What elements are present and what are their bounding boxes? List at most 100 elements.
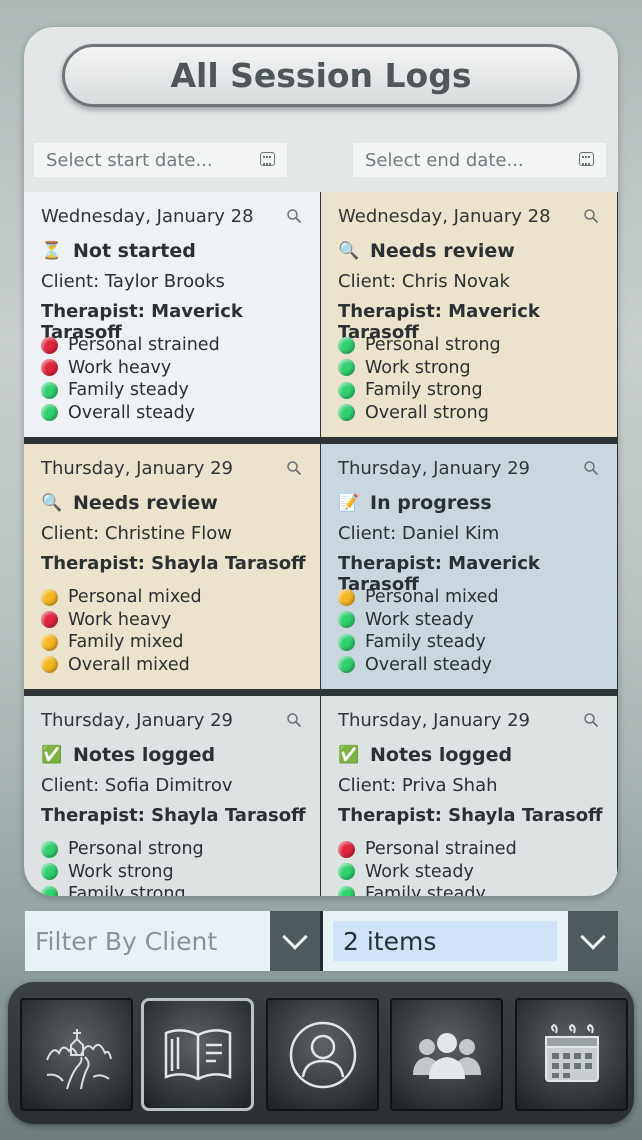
session-card[interactable]: Thursday, January 29 📝 In progress Client: … <box>321 444 617 689</box>
status-dot-icon <box>41 404 58 422</box>
session-card[interactable]: Wednesday, January 28 🔍 Needs review Client… <box>321 192 617 437</box>
status-dot-icon <box>41 359 58 377</box>
metric-label: Overall steady <box>365 654 493 675</box>
status-dot-icon <box>338 336 355 354</box>
dock-journey-button[interactable] <box>20 998 133 1111</box>
search-icon[interactable] <box>286 460 302 476</box>
status-label: Needs review <box>370 240 515 262</box>
session-status: 🔍 Needs review <box>41 491 320 515</box>
session-card[interactable]: Thursday, January 29 🔍 Needs review Client:… <box>24 444 320 689</box>
status-dot-icon <box>338 863 355 881</box>
session-card[interactable]: Wednesday, January 28 ⏳ Not started Client:… <box>24 192 320 437</box>
metric-list: Personal strained Work steady Family stead… <box>338 838 617 896</box>
metric-item: Family strong <box>41 883 320 896</box>
session-status: 📝 In progress <box>338 491 617 515</box>
search-icon[interactable] <box>286 712 302 728</box>
metric-item: Personal mixed <box>338 586 617 609</box>
open-book-icon <box>164 1028 231 1080</box>
metric-item: Personal strained <box>41 334 320 357</box>
metric-item: Family mixed <box>41 631 320 654</box>
status-label: Notes logged <box>73 744 216 766</box>
client-name: Client: Taylor Brooks <box>41 271 225 292</box>
status-dot-icon <box>41 885 58 896</box>
metric-label: Personal mixed <box>68 587 202 608</box>
bottom-dock <box>8 982 634 1124</box>
dock-profile-button[interactable] <box>266 998 379 1111</box>
group-icon <box>412 1032 481 1079</box>
profile-icon <box>289 1021 356 1088</box>
session-logs-panel: All Session Logs Select start date... Se… <box>24 27 618 896</box>
metric-item: Personal mixed <box>41 586 320 609</box>
status-dot-icon <box>338 588 355 606</box>
metric-list: Personal strong Work strong Family strong O… <box>338 334 617 424</box>
session-date: Thursday, January 29 <box>41 710 234 731</box>
dock-logs-button[interactable] <box>141 998 254 1111</box>
search-icon[interactable] <box>583 460 599 476</box>
check-box-icon: ✅ <box>338 745 360 765</box>
metric-label: Overall mixed <box>68 654 190 675</box>
session-date: Wednesday, January 28 <box>41 206 254 227</box>
journey-path-icon <box>45 1028 112 1089</box>
status-label: Not started <box>73 240 196 262</box>
metric-item: Family strong <box>338 379 617 402</box>
metric-label: Work heavy <box>68 609 172 630</box>
metric-item: Work steady <box>338 609 617 632</box>
client-name: Client: Christine Flow <box>41 523 233 544</box>
magnifier-icon: 🔍 <box>41 493 63 513</box>
search-icon[interactable] <box>583 208 599 224</box>
client-name: Client: Daniel Kim <box>338 523 500 544</box>
metric-label: Overall strong <box>365 402 489 423</box>
metric-label: Family mixed <box>68 632 184 653</box>
client-filter-dropdown-button[interactable] <box>270 911 320 971</box>
session-status: ✅ Notes logged <box>41 743 320 767</box>
therapist-name: Therapist: Shayla Tarasoff <box>41 553 306 574</box>
status-dot-icon <box>338 885 355 896</box>
metric-label: Family steady <box>365 632 486 653</box>
session-status: 🔍 Needs review <box>338 239 617 263</box>
status-dot-icon <box>41 611 58 629</box>
metric-item: Overall steady <box>338 654 617 677</box>
search-icon[interactable] <box>583 712 599 728</box>
session-card[interactable]: Thursday, January 29 ✅ Notes logged Client:… <box>321 696 617 896</box>
dock-calendar-button[interactable] <box>515 998 628 1111</box>
calendar-icon[interactable] <box>579 152 594 166</box>
end-date-picker[interactable]: Select end date... <box>353 143 606 177</box>
client-filter-input[interactable]: Filter By Client <box>25 911 270 971</box>
dock-group-button[interactable] <box>390 998 503 1111</box>
metric-item: Family steady <box>338 631 617 654</box>
items-dropdown-button[interactable] <box>568 911 618 971</box>
calendar-icon <box>544 1023 599 1082</box>
chevron-down-icon <box>580 924 606 950</box>
metric-list: Personal strained Work heavy Family steady… <box>41 334 320 424</box>
client-name: Client: Priva Shah <box>338 775 498 796</box>
client-name: Client: Chris Novak <box>338 271 510 292</box>
therapist-name: Therapist: Maverick Tarasoff <box>41 301 243 343</box>
session-date: Wednesday, January 28 <box>338 206 551 227</box>
status-dot-icon <box>41 381 58 399</box>
therapist-name: Therapist: Shayla Tarasoff <box>338 805 603 826</box>
metric-item: Overall steady <box>41 402 320 425</box>
metric-item: Work heavy <box>41 609 320 632</box>
search-icon[interactable] <box>286 208 302 224</box>
session-card[interactable]: Thursday, January 29 ✅ Notes logged Client:… <box>24 696 320 896</box>
metric-item: Overall mixed <box>41 654 320 677</box>
metric-label: Personal strained <box>68 335 220 356</box>
metric-label: Work strong <box>365 357 471 378</box>
status-dot-icon <box>338 381 355 399</box>
metric-item: Family steady <box>41 379 320 402</box>
start-date-picker[interactable]: Select start date... <box>34 143 287 177</box>
status-dot-icon <box>41 633 58 651</box>
metric-item: Work strong <box>41 861 320 884</box>
status-dot-icon <box>41 840 58 858</box>
calendar-icon[interactable] <box>260 152 275 166</box>
metric-item: Personal strong <box>338 334 617 357</box>
metric-label: Work strong <box>68 861 174 882</box>
status-dot-icon <box>338 656 355 674</box>
status-label: In progress <box>370 492 492 514</box>
status-dot-icon <box>338 633 355 651</box>
metric-label: Family steady <box>365 884 486 896</box>
metric-list: Personal mixed Work steady Family steady Ov… <box>338 586 617 676</box>
items-select[interactable]: 2 items <box>323 911 568 971</box>
items-count: 2 items <box>333 921 557 961</box>
session-status: ⏳ Not started <box>41 239 320 263</box>
